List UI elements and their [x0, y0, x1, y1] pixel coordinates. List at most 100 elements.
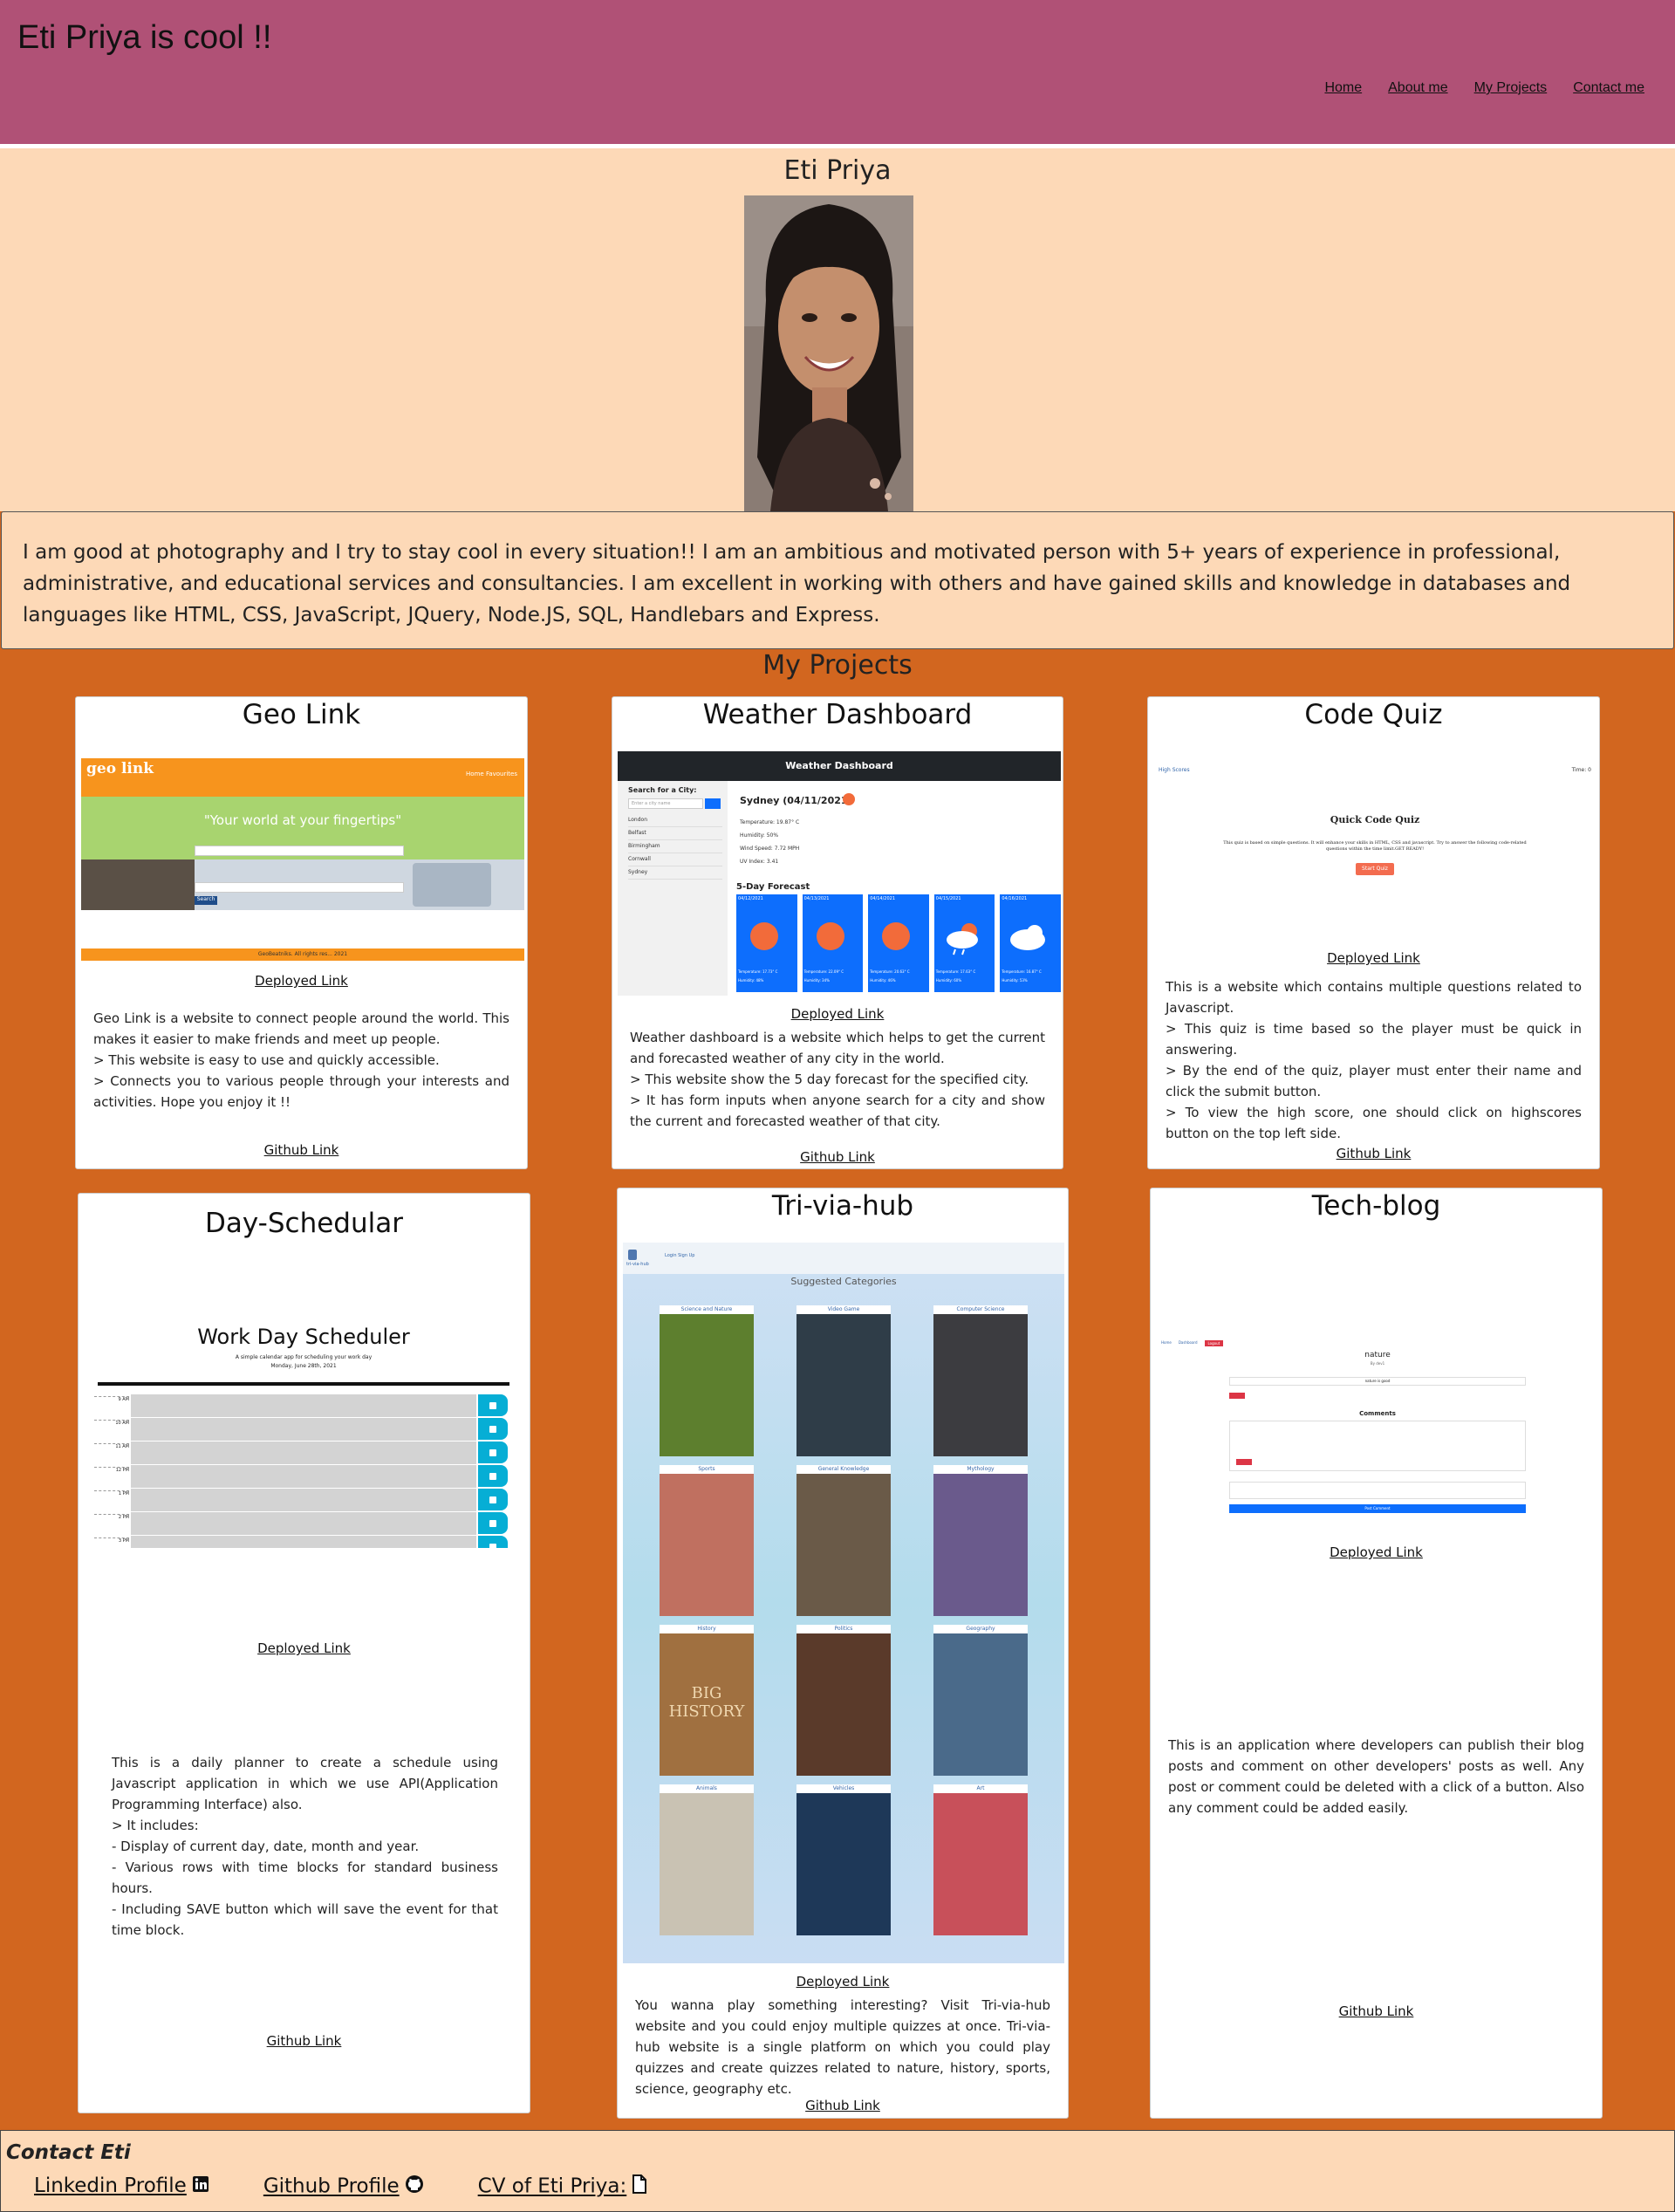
site-title: Eti Priya is cool !!: [17, 19, 272, 56]
category-tile: Video Game: [796, 1305, 891, 1456]
category-image: [660, 1474, 754, 1616]
about-text: I am good at photography and I try to st…: [1, 511, 1674, 649]
github-link[interactable]: Github Link: [76, 1142, 527, 1158]
project-card-day-schedular: Day-Schedular Work Day Scheduler A simpl…: [78, 1193, 530, 2113]
category-image: [933, 1793, 1028, 1935]
contact-footer: Contact Eti Linkedin Profile Github Prof…: [0, 2130, 1675, 2212]
linkedin-profile-link[interactable]: Linkedin Profile: [34, 2174, 209, 2199]
schedule-slot: [131, 1512, 476, 1536]
schedule-hour: 3 PM: [94, 1537, 129, 1544]
schedule-slot: [131, 1394, 476, 1418]
schedule-row: 12 PM: [94, 1465, 509, 1489]
profile-section: Eti Priya: [0, 148, 1675, 511]
document-icon: [632, 2174, 647, 2199]
project-title: Code Quiz: [1304, 699, 1443, 730]
github-link[interactable]: Github Link: [612, 1149, 1063, 1165]
category-image: [660, 1793, 754, 1935]
category-label: History: [660, 1625, 754, 1633]
save-icon: [478, 1418, 508, 1440]
save-icon: [478, 1394, 508, 1416]
deployed-link[interactable]: Deployed Link: [612, 1006, 1063, 1022]
github-icon: [405, 2174, 424, 2199]
category-label: Geography: [933, 1625, 1028, 1633]
schedule-slot: [131, 1465, 476, 1489]
category-tile: General Knowledge: [796, 1465, 891, 1616]
save-icon: [478, 1465, 508, 1487]
project-description: This is a daily planner to create a sche…: [112, 1755, 498, 1938]
category-tile: Vehicles: [796, 1784, 891, 1935]
category-label: Science and Nature: [660, 1305, 754, 1314]
nav-about[interactable]: About me: [1388, 80, 1447, 96]
schedule-hour: 2 PM: [94, 1514, 129, 1520]
category-tile: Science and Nature: [660, 1305, 754, 1456]
schedule-hour: 1 PM: [94, 1490, 129, 1496]
schedule-row: 9 AM: [94, 1394, 509, 1418]
nav-contact[interactable]: Contact me: [1573, 80, 1644, 96]
project-card-weather-dashboard: Weather Dashboard Weather Dashboard Sear…: [612, 696, 1063, 1169]
profile-name: Eti Priya: [783, 155, 892, 186]
category-image: [796, 1314, 891, 1456]
project-description: Geo Link is a website to connect people …: [93, 1010, 509, 1110]
category-label: Art: [933, 1784, 1028, 1793]
nav-home[interactable]: Home: [1324, 80, 1362, 96]
project-screenshot: geo link Home Favourites "Your world at …: [81, 758, 524, 961]
deployed-link[interactable]: Deployed Link: [1148, 950, 1599, 966]
profile-photo: [744, 195, 913, 511]
sun-icon: [816, 922, 844, 950]
schedule-slot: [131, 1418, 476, 1442]
cloud-icon: [1010, 925, 1046, 950]
cloud-rain-icon: [946, 923, 978, 955]
deployed-link[interactable]: Deployed Link: [79, 1640, 530, 1656]
github-link[interactable]: Github Link: [1151, 2003, 1602, 2019]
project-card-geo-link: Geo Link geo link Home Favourites "Your …: [75, 696, 528, 1169]
project-card-tech-blog: Tech-blog Home Dashboard Logout nature B…: [1150, 1188, 1603, 2119]
project-screenshot: High Scores Time: 0 Quick Code Quiz This…: [1153, 760, 1596, 935]
linkedin-icon: [192, 2175, 209, 2198]
project-description: This is a website which contains multipl…: [1166, 979, 1582, 1141]
category-label: General Knowledge: [796, 1465, 891, 1474]
category-tile: Mythology: [933, 1465, 1028, 1616]
nav-projects[interactable]: My Projects: [1474, 80, 1548, 96]
project-card-code-quiz: Code Quiz High Scores Time: 0 Quick Code…: [1147, 696, 1600, 1169]
contact-title: Contact Eti: [6, 2141, 131, 2164]
schedule-slot: [131, 1489, 476, 1512]
category-image: [933, 1633, 1028, 1776]
schedule-row: 3 PM: [94, 1536, 509, 1548]
category-tile: Animals: [660, 1784, 754, 1935]
category-tile: Geography: [933, 1625, 1028, 1776]
deployed-link[interactable]: Deployed Link: [76, 973, 527, 989]
geo-logo: geo link: [86, 760, 154, 777]
project-description: Weather dashboard is a website which hel…: [630, 1030, 1045, 1129]
project-title: Day-Schedular: [205, 1208, 403, 1239]
deployed-link[interactable]: Deployed Link: [1151, 1544, 1602, 1560]
main-nav: Home About me My Projects Contact me: [1324, 80, 1644, 96]
schedule-slot: [131, 1536, 476, 1548]
project-screenshot: Home Dashboard Logout nature By dev1 nat…: [1159, 1333, 1596, 1520]
github-link[interactable]: Github Link: [618, 2098, 1068, 2113]
category-tile: History BIG HISTORY: [660, 1625, 754, 1776]
category-label: Vehicles: [796, 1784, 891, 1793]
category-label: Sports: [660, 1465, 754, 1474]
category-label: Politics: [796, 1625, 891, 1633]
category-image: BIG HISTORY: [660, 1633, 754, 1776]
category-label: Video Game: [796, 1305, 891, 1314]
forecast-day: 04/13/2021 Temperature: 22.09° C Humidity…: [802, 894, 864, 992]
github-link[interactable]: Github Link: [79, 2033, 530, 2049]
forecast-day: 04/14/2021 Temperature: 20.63° C Humidity…: [868, 894, 929, 992]
project-title: Tri-via-hub: [771, 1190, 914, 1222]
trivia-logo-icon: [628, 1250, 637, 1260]
category-image: [796, 1474, 891, 1616]
schedule-slot: [131, 1442, 476, 1465]
cv-link[interactable]: CV of Eti Priya:: [478, 2174, 648, 2199]
github-link[interactable]: Github Link: [1148, 1146, 1599, 1161]
category-label: Animals: [660, 1784, 754, 1793]
category-image: [933, 1314, 1028, 1456]
category-image: [660, 1314, 754, 1456]
schedule-hour: 10 AM: [94, 1420, 129, 1426]
site-header: Eti Priya is cool !! Home About me My Pr…: [0, 0, 1675, 144]
deployed-link[interactable]: Deployed Link: [618, 1974, 1068, 1989]
forecast-day: 04/16/2021 Temperature: 16.87° C Humidity…: [1000, 894, 1061, 992]
github-profile-link[interactable]: Github Profile: [263, 2174, 424, 2199]
project-screenshot: tri-via-hub Login Sign Up Suggested Cate…: [623, 1243, 1064, 1963]
forecast-day: 04/12/2021 Temperature: 17.73° C Humidity…: [736, 894, 797, 992]
